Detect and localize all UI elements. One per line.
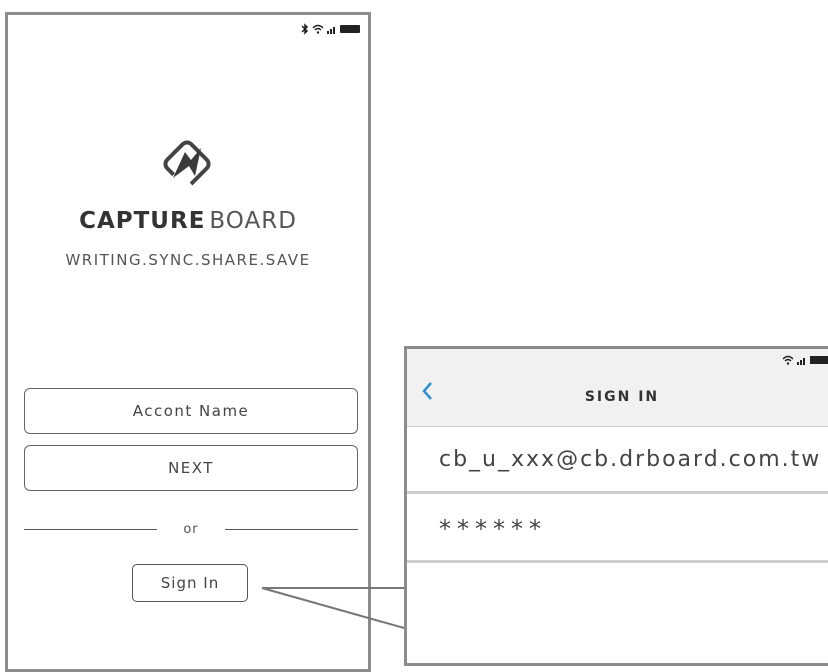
sign-in-panel: SIGN IN cb_u_xxx@cb.drboard.com.tw *****…	[404, 346, 828, 666]
signal-icon	[797, 357, 805, 365]
sign-in-title: SIGN IN	[584, 389, 660, 405]
email-field[interactable]: cb_u_xxx@cb.drboard.com.tw	[407, 427, 828, 494]
sign-in-header: SIGN IN	[407, 349, 828, 427]
panel-status-bar	[782, 355, 828, 365]
battery-icon	[810, 356, 828, 364]
password-field[interactable]: ******	[407, 497, 828, 563]
wifi-icon	[782, 355, 794, 365]
